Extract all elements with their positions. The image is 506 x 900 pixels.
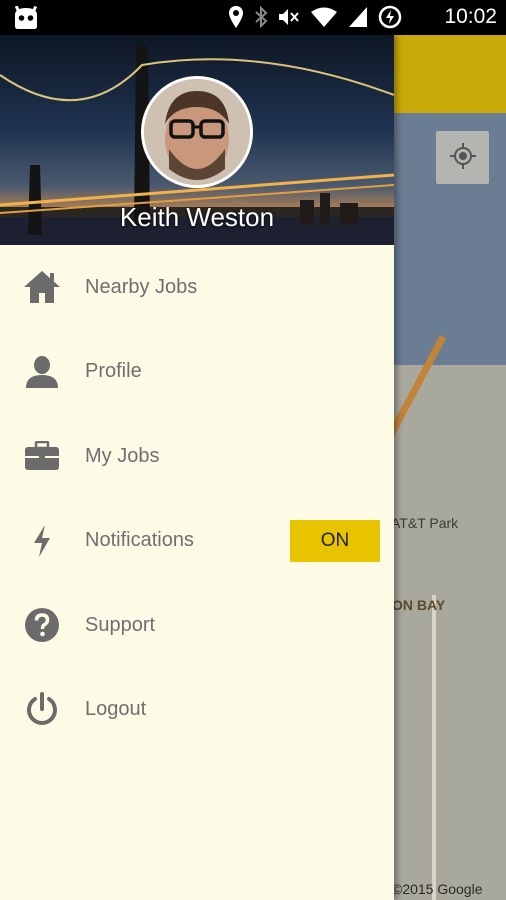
help-circle-icon (22, 605, 62, 645)
map-land (394, 365, 506, 900)
power-icon (22, 690, 62, 730)
map-label-bay: ON BAY (392, 597, 446, 613)
menu-item-label: Support (85, 613, 156, 636)
avatar[interactable] (141, 76, 253, 188)
menu-item-label: Nearby Jobs (85, 275, 198, 298)
menu-item-my-jobs[interactable]: My Jobs (0, 414, 394, 499)
menu-item-support[interactable]: Support (0, 583, 394, 668)
menu-item-logout[interactable]: Logout (0, 668, 394, 753)
home-icon (22, 267, 62, 307)
menu-item-label: Profile (85, 360, 142, 383)
crosshair-icon (449, 142, 477, 174)
menu-item-label: Notifications (85, 529, 194, 552)
menu-item-profile[interactable]: Profile (0, 330, 394, 415)
bluetooth-icon (254, 5, 268, 32)
data-saver-icon (378, 5, 402, 33)
signal-icon (348, 6, 368, 32)
map-road (432, 595, 436, 900)
menu-item-nearby-jobs[interactable]: Nearby Jobs (0, 245, 394, 330)
clock: 10:02 (444, 5, 497, 28)
status-bar: 10:02 (0, 0, 506, 35)
person-icon (22, 352, 62, 392)
cyanogen-robot-icon (12, 5, 40, 34)
status-icons (228, 5, 402, 33)
notifications-toggle[interactable]: ON (290, 519, 380, 562)
drawer-menu: Nearby Jobs Profile My Jobs Notification… (0, 245, 394, 752)
briefcase-icon (22, 436, 62, 476)
user-name: Keith Weston (119, 202, 275, 232)
wifi-icon (310, 6, 338, 32)
menu-item-label: My Jobs (85, 444, 160, 467)
my-location-button[interactable] (436, 131, 489, 184)
bolt-icon (22, 521, 62, 561)
menu-item-label: Logout (85, 698, 147, 721)
mute-icon (278, 7, 300, 31)
map-label-park: AT&T Park (391, 515, 459, 531)
navigation-drawer: Keith Weston Nearby Jobs Profile My Jobs (0, 35, 394, 900)
menu-item-notifications[interactable]: Notifications ON (0, 499, 394, 584)
location-pin-icon (228, 5, 244, 33)
map-copyright: ©2015 Google (392, 881, 483, 897)
drawer-header: Keith Weston (0, 35, 394, 245)
